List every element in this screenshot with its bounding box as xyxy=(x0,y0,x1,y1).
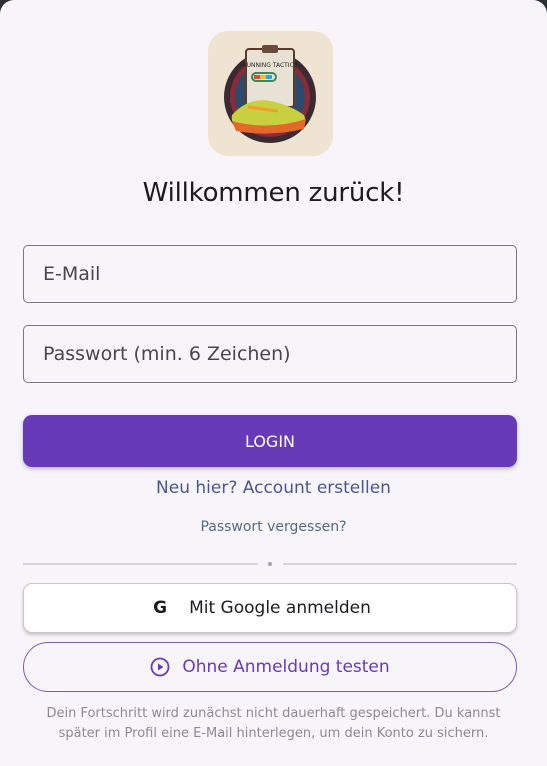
divider-dot xyxy=(268,562,272,566)
logo-lettering: RUNNING TACTICS xyxy=(242,62,297,69)
app-logo: RUNNING TACTICS xyxy=(208,31,333,156)
forgot-password-link[interactable]: Passwort vergessen? xyxy=(0,519,547,535)
email-field[interactable] xyxy=(23,245,517,303)
google-signin-button[interactable]: G Mit Google anmelden xyxy=(23,583,517,633)
guest-login-label: Ohne Anmeldung testen xyxy=(182,657,390,677)
divider-right xyxy=(283,563,517,565)
login-dialog: RUNNING TACTICS Willkommen zurück! LOGIN… xyxy=(0,0,547,766)
email-input[interactable] xyxy=(24,246,516,302)
password-input[interactable] xyxy=(24,326,516,382)
page-title: Willkommen zurück! xyxy=(142,178,405,208)
password-field[interactable] xyxy=(23,325,517,383)
guest-info-note: Dein Fortschritt wird zunächst nicht dau… xyxy=(46,706,501,741)
google-signin-label: Mit Google anmelden xyxy=(189,598,371,618)
divider-left xyxy=(23,563,258,565)
google-icon: G xyxy=(153,598,168,618)
login-button[interactable]: LOGIN xyxy=(23,415,517,467)
create-account-link[interactable]: Neu hier? Account erstellen xyxy=(0,478,547,498)
play-circle-icon xyxy=(150,657,170,677)
guest-login-button[interactable]: Ohne Anmeldung testen xyxy=(23,642,517,692)
